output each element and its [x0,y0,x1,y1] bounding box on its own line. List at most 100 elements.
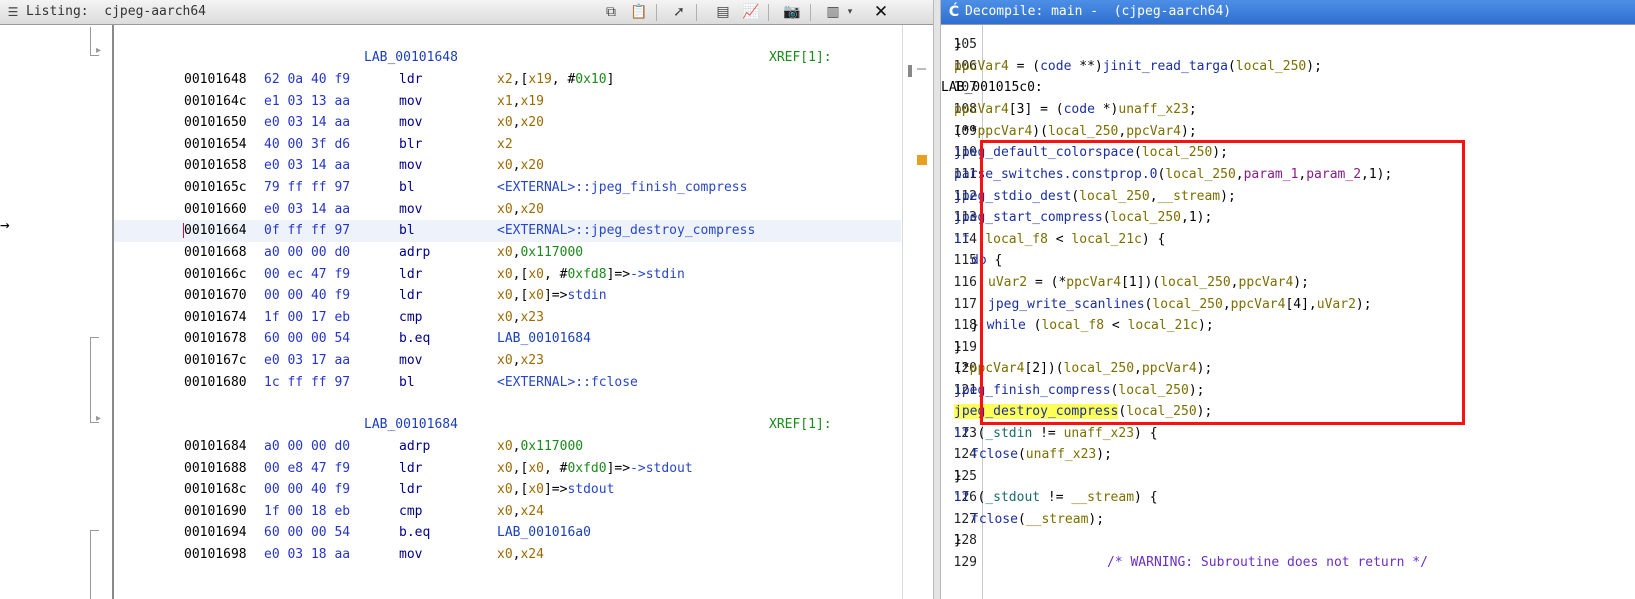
instruction-mnemonic[interactable]: mov [399,544,422,566]
instruction-operands[interactable]: x0,x23 [497,307,544,329]
code-text[interactable]: jpeg_stdio_dest(local_250,__stream); [954,186,1236,208]
instruction-mnemonic[interactable]: ldr [399,285,422,307]
code-line[interactable]: } [941,34,1635,56]
operand-token[interactable]: LAB_00101684 [497,331,591,346]
code-token[interactable]: fclose [971,447,1018,462]
code-token[interactable]: ppcVar4 [1239,275,1294,290]
operand-token[interactable]: x0 [497,461,513,476]
operand-token[interactable]: 0xfd0 [567,461,606,476]
code-token[interactable]: ppcVar4 [954,59,1009,74]
code-text[interactable]: LAB_001015c0: [941,77,1043,99]
operand-token[interactable]: x0 [528,482,544,497]
code-token[interactable]: unaff_x23 [1026,447,1096,462]
operand-token[interactable]: stdin [567,288,606,303]
instruction-address[interactable]: 00101658 [184,155,247,177]
code-line[interactable]: ppcVar4 = (code **)jinit_read_targa(loca… [941,56,1635,78]
operand-token[interactable]: x0 [497,482,513,497]
instruction-operands[interactable]: x0,[x0, #0xfd8]=>->stdin [497,264,685,286]
instruction-operands[interactable]: x0,[x0]=>stdin [497,285,607,307]
operand-token[interactable]: x23 [520,310,543,325]
code-line[interactable]: } [941,530,1635,552]
operand-token[interactable]: x20 [520,158,543,173]
operand-token[interactable]: x0 [528,288,544,303]
operand-token[interactable]: x20 [520,202,543,217]
snapshot-icon[interactable]: 📷 [781,2,803,22]
code-line[interactable]: LAB_001015c0: [941,77,1635,99]
instruction-operands[interactable]: x2,[x19, #0x10] [497,69,614,91]
code-token[interactable]: jpeg_start_compress [954,210,1103,225]
operand-token[interactable]: 0x10 [575,72,606,87]
xref-link[interactable]: XREF[1]: [769,414,832,436]
instruction-operands[interactable]: x0,x20 [497,199,544,221]
listing-row[interactable]: 00101674 1f 00 17 eb cmp x0,x23 [114,307,901,329]
code-token[interactable]: local_250 [1079,189,1149,204]
listing-row[interactable]: 00101654 40 00 3f d6 blr x2 [114,134,901,156]
operand-token[interactable]: x0 [497,353,513,368]
instruction-address[interactable]: 00101694 [184,522,247,544]
code-token[interactable]: jinit_read_targa [1103,59,1228,74]
code-token[interactable]: __stream [1071,490,1134,505]
code-text[interactable]: jpeg_finish_compress(local_250); [954,380,1204,402]
instruction-address[interactable]: 00101648 [184,69,247,91]
instruction-mnemonic[interactable]: ldr [399,458,422,480]
listing-row[interactable]: 00101658 e0 03 14 aa mov x0,x20 [114,155,901,177]
code-line[interactable]: fclose(__stream); [941,509,1635,531]
code-token[interactable]: jpeg_destroy_compress [954,404,1119,419]
code-token[interactable]: _stdin [985,426,1032,441]
code-token[interactable]: if [954,426,970,441]
code-line[interactable]: if (local_f8 < local_21c) { [941,229,1635,251]
listing-row[interactable]: 0010164c e1 03 13 aa mov x1,x19 [114,91,901,113]
operand-token[interactable]: x0 [497,245,513,260]
listing-row[interactable]: 00101660 e0 03 14 aa mov x0,x20 [114,199,901,221]
instruction-operands[interactable]: x0,x24 [497,501,544,523]
instruction-operands[interactable]: <EXTERNAL>::jpeg_finish_compress [497,177,747,199]
instruction-mnemonic[interactable]: mov [399,350,422,372]
listing-row[interactable]: 00101690 1f 00 18 eb cmp x0,x24 [114,501,901,523]
code-text[interactable]: fclose(__stream); [971,509,1104,531]
instruction-mnemonic[interactable]: ldr [399,69,422,91]
code-line[interactable]: do { [941,250,1635,272]
operand-token[interactable]: stdout [567,482,614,497]
instruction-address[interactable]: 0010168c [184,479,247,501]
code-text[interactable]: parse_switches.constprop.0(local_250,par… [954,164,1392,186]
code-token[interactable]: code [1040,59,1071,74]
instruction-operands[interactable]: <EXTERNAL>::jpeg_destroy_compress [497,220,755,242]
listing-row[interactable]: 00101678 60 00 00 54 b.eq LAB_00101684 [114,328,901,350]
instruction-mnemonic[interactable]: mov [399,155,422,177]
code-text[interactable]: if (_stdout != __stream) { [954,487,1158,509]
operand-token[interactable]: x0 [497,158,513,173]
instruction-operands[interactable]: x0,x20 [497,112,544,134]
instruction-address[interactable]: 00101684 [184,436,247,458]
code-token[interactable]: param_2 [1306,167,1361,182]
instruction-address[interactable]: 00101690 [184,501,247,523]
instruction-address[interactable]: 00101650 [184,112,247,134]
operand-token[interactable]: ->stdout [630,461,693,476]
operand-token[interactable]: <EXTERNAL>::fclose [497,375,638,390]
operand-token[interactable]: x0 [497,267,513,282]
code-token[interactable]: local_250 [1152,297,1222,312]
code-token[interactable]: local_21c [1071,232,1141,247]
listing-body[interactable]: → ▸ ▸ LAB_00101648 XREF[1]: 00101648 62 0a … [0,25,933,599]
scroll-thumb[interactable] [908,65,912,77]
code-text[interactable]: ppcVar4 = (code **)jinit_read_targa(loca… [954,56,1322,78]
code-token[interactable]: local_250 [1126,404,1196,419]
code-line[interactable]: jpeg_destroy_compress(local_250); [941,401,1635,423]
code-token[interactable]: param_1 [1244,167,1299,182]
instruction-operands[interactable]: <EXTERNAL>::fclose [497,372,638,394]
code-text[interactable]: uVar2 = (*ppcVar4[1])(local_250,ppcVar4)… [988,272,1309,294]
code-token[interactable]: local_f8 [985,232,1048,247]
bookmark-marker-icon[interactable] [917,155,927,165]
operand-token[interactable]: x0 [497,310,513,325]
code-line[interactable]: parse_switches.constprop.0(local_250,par… [941,164,1635,186]
operand-token[interactable]: <EXTERNAL>::jpeg_destroy_compress [497,223,755,238]
listing-row[interactable]: 0010167c e0 03 17 aa mov x0,x23 [114,350,901,372]
listing-row[interactable]: 0010165c 79 ff ff 97 bl <EXTERNAL>::jpeg_fi… [114,177,901,199]
code-text[interactable]: /* WARNING: Subroutine does not return *… [1107,552,1428,574]
close-icon[interactable]: ✕ [870,2,892,22]
code-token[interactable]: local_250 [1048,124,1118,139]
code-token[interactable]: while [987,318,1026,333]
code-token[interactable]: local_250 [1165,167,1235,182]
code-line[interactable]: } [941,466,1635,488]
operand-token[interactable]: x19 [520,94,543,109]
code-line[interactable]: (**ppcVar4)(local_250,ppcVar4); [941,121,1635,143]
